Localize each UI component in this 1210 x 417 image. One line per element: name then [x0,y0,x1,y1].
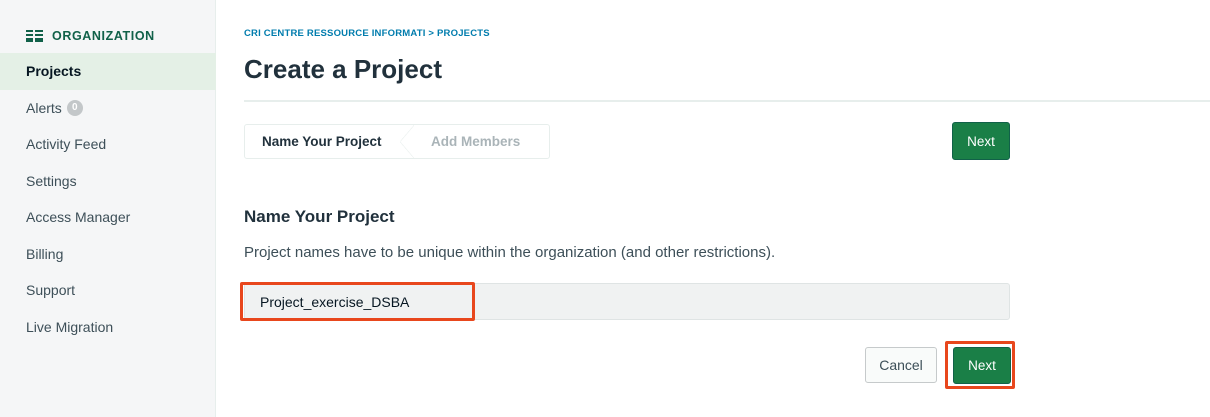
sidebar-item-projects[interactable]: Projects [0,53,216,90]
sidebar: ORGANIZATION Projects Alerts 0 Activity F… [0,0,216,417]
wizard-step-name-your-project[interactable]: Name Your Project [245,125,414,158]
org-label: ORGANIZATION [52,29,155,43]
project-name-input[interactable] [245,284,1009,319]
org-header[interactable]: ORGANIZATION [26,27,155,45]
sidebar-item-label: Settings [26,172,77,189]
section-description: Project names have to be unique within t… [244,244,776,261]
organization-icon [26,29,44,43]
section-title: Name Your Project [244,207,395,226]
alerts-count-badge: 0 [66,99,83,116]
sidebar-item-label: Alerts [26,99,62,116]
project-name-field-wrapper [244,283,1010,320]
wizard-steps: Name Your Project Add Members [244,124,550,159]
sidebar-item-label: Billing [26,245,64,262]
sidebar-item-access-manager[interactable]: Access Manager [0,199,216,236]
sidebar-item-label: Projects [26,63,82,80]
sidebar-item-label: Live Migration [26,318,114,335]
sidebar-item-settings[interactable]: Settings [0,163,216,200]
title-divider [244,100,1210,102]
sidebar-nav: Projects Alerts 0 Activity Feed Settings … [0,53,216,345]
next-button[interactable]: Next [953,347,1011,384]
sidebar-item-support[interactable]: Support [0,272,216,309]
wizard-step-add-members[interactable]: Add Members [413,125,520,158]
sidebar-item-billing[interactable]: Billing [0,236,216,273]
breadcrumb[interactable]: CRI CENTRE RESSOURCE INFORMATI > PROJECT… [244,28,490,39]
sidebar-item-label: Activity Feed [26,136,107,153]
sidebar-item-alerts[interactable]: Alerts 0 [0,90,216,127]
cancel-button[interactable]: Cancel [865,347,937,383]
page-title: Create a Project [244,54,442,84]
sidebar-item-label: Access Manager [26,209,131,226]
sidebar-item-activity-feed[interactable]: Activity Feed [0,126,216,163]
sidebar-item-label: Support [26,282,76,299]
next-button-top[interactable]: Next [952,122,1010,160]
sidebar-item-live-migration[interactable]: Live Migration [0,309,216,346]
